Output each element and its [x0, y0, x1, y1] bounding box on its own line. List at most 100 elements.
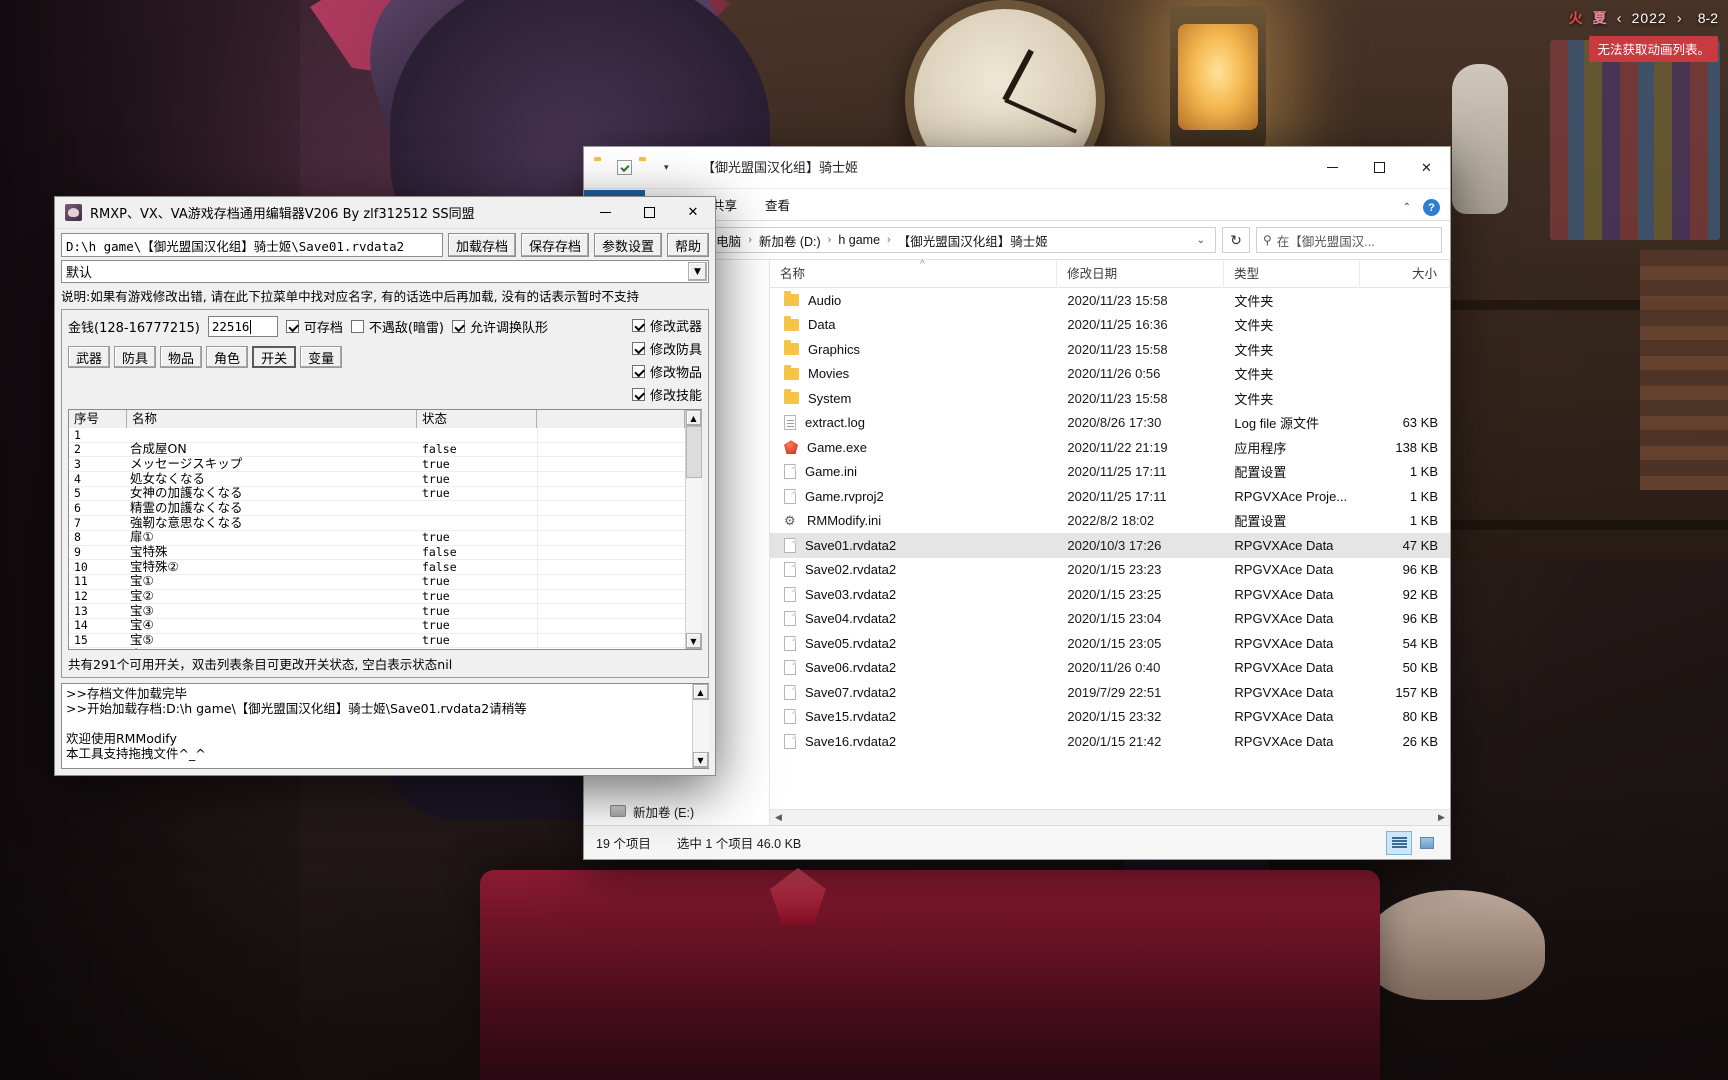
scrollbar-track[interactable]: [692, 700, 709, 752]
column-header-type[interactable]: 类型: [1224, 259, 1361, 288]
quick-access-toolbar[interactable]: ▾: [584, 160, 669, 175]
chevron-down-icon[interactable]: ▼: [688, 262, 707, 281]
checkbox-can-save[interactable]: 可存档: [285, 317, 343, 336]
table-row[interactable]: Data 2020/11/25 16:36 文件夹: [770, 313, 1450, 338]
ribbon-tab-view[interactable]: 查看: [751, 192, 804, 220]
grid-header-state[interactable]: 状态: [417, 410, 537, 428]
console-scrollbar[interactable]: ▲ ▼: [692, 684, 709, 768]
table-row[interactable]: Game.ini 2020/11/25 17:11 配置设置 1 KB: [770, 460, 1450, 485]
close-button[interactable]: ✕: [1403, 147, 1450, 189]
column-header-name[interactable]: 名称: [770, 259, 1058, 288]
scroll-down-icon[interactable]: ▼: [692, 752, 709, 768]
file-name-cell[interactable]: Save15.rvdata2: [770, 709, 1057, 725]
rmmodify-editor-window[interactable]: RMXP、VX、VA游戏存档通用编辑器V206 By zlf312512 SS同…: [54, 196, 716, 776]
grid-header-index[interactable]: 序号: [69, 410, 127, 428]
table-row[interactable]: ⚙ RMModify.ini 2022/8/2 18:02 配置设置 1 KB: [770, 509, 1450, 534]
maximize-button[interactable]: [627, 197, 671, 229]
checkbox-icon[interactable]: [350, 320, 364, 333]
table-row[interactable]: Audio 2020/11/23 15:58 文件夹: [770, 288, 1450, 313]
list-item[interactable]: 13 宝③ true: [69, 603, 685, 619]
column-headers[interactable]: 名称 修改日期 类型 大小 ^: [770, 259, 1451, 288]
load-save-button[interactable]: 加载存档: [447, 233, 516, 257]
file-name-cell[interactable]: Save02.rvdata2: [770, 562, 1057, 578]
help-button[interactable]: 帮助: [666, 233, 709, 257]
sidebar-item-drive-e[interactable]: 新加卷 (E:): [584, 798, 769, 824]
file-name-cell[interactable]: Game.exe: [770, 440, 1057, 455]
checkbox-no-encounter[interactable]: 不遇敌(暗雷): [350, 317, 444, 336]
breadcrumb-item-drive-d[interactable]: 新加卷 (D:): [754, 231, 826, 250]
grid-vertical-scrollbar[interactable]: ▲ ▼: [685, 410, 702, 649]
checkbox-icon[interactable]: [631, 319, 645, 332]
file-name-cell[interactable]: Game.rvproj2: [770, 488, 1057, 504]
scrollbar-thumb[interactable]: [685, 426, 702, 478]
scroll-right-icon[interactable]: ▶: [1433, 812, 1450, 823]
tab-actors[interactable]: 角色: [206, 346, 249, 368]
file-name-cell[interactable]: System: [770, 389, 1057, 406]
help-icon[interactable]: ?: [1423, 199, 1440, 216]
horizontal-scrollbar[interactable]: ◀ ▶: [770, 809, 1450, 826]
scroll-up-icon[interactable]: ▲: [692, 684, 709, 700]
save-save-button[interactable]: 保存存档: [520, 233, 589, 257]
scroll-down-icon[interactable]: ▼: [685, 633, 702, 649]
list-item[interactable]: 7 強靭な意思なくなる: [69, 515, 685, 531]
file-name-cell[interactable]: ⚙ RMModify.ini: [770, 513, 1057, 528]
breadcrumb-item-current-folder[interactable]: 【御光盟国汉化组】骑士姬: [893, 231, 1053, 250]
table-row[interactable]: Game.exe 2020/11/22 21:19 应用程序 138 KB: [770, 435, 1450, 460]
settings-button[interactable]: 参数设置: [593, 233, 662, 257]
list-item[interactable]: 4 処女なくなる true: [69, 471, 685, 487]
table-row[interactable]: System 2020/11/23 15:58 文件夹: [770, 386, 1450, 411]
table-row[interactable]: Save15.rvdata2 2020/1/15 23:32 RPGVXAce Da…: [770, 705, 1450, 730]
folder-icon[interactable]: [594, 160, 610, 175]
file-name-cell[interactable]: Data: [770, 315, 1057, 332]
table-row[interactable]: Save16.rvdata2 2020/1/15 21:42 RPGVXAce Da…: [770, 729, 1450, 754]
chevron-up-icon[interactable]: ⌃: [1403, 202, 1411, 213]
file-name-cell[interactable]: Game.ini: [770, 464, 1057, 480]
grid-rows[interactable]: 1 2 合成屋ON false 3 メッセージスキップ true 4 処女なくなる true 5 女神…: [69, 428, 685, 649]
file-list[interactable]: Audio 2020/11/23 15:58 文件夹 Data 2020/11/25 1…: [770, 288, 1450, 809]
table-row[interactable]: Save01.rvdata2 2020/10/3 17:26 RPGVXAce Da…: [770, 533, 1450, 558]
search-input[interactable]: ⚲ 在【御光盟国汉...: [1256, 227, 1442, 253]
file-name-cell[interactable]: Audio: [770, 291, 1057, 308]
file-name-cell[interactable]: Save06.rvdata2: [770, 660, 1057, 676]
grid-header-name[interactable]: 名称: [127, 410, 417, 428]
scroll-left-icon[interactable]: ◀: [770, 812, 787, 823]
file-name-cell[interactable]: Save03.rvdata2: [770, 586, 1057, 602]
tab-items[interactable]: 物品: [160, 346, 203, 368]
close-button[interactable]: ✕: [671, 197, 715, 229]
checkbox-modify-skills[interactable]: 修改技能: [631, 385, 702, 404]
maximize-button[interactable]: [1356, 147, 1403, 189]
checkbox-icon[interactable]: [631, 342, 645, 355]
category-tabs[interactable]: 武器 防具 物品 角色 开关 变量: [68, 346, 622, 368]
tab-switches[interactable]: 开关: [252, 346, 297, 368]
tab-variables[interactable]: 变量: [300, 346, 343, 368]
next-year-button[interactable]: ›: [1677, 10, 1682, 27]
list-item[interactable]: 2 合成屋ON false: [69, 442, 685, 458]
checkbox-modify-weapons[interactable]: 修改武器: [631, 316, 702, 335]
table-row[interactable]: Save07.rvdata2 2019/7/29 22:51 RPGVXAce Da…: [770, 680, 1450, 705]
file-name-cell[interactable]: Graphics: [770, 340, 1057, 357]
list-item[interactable]: 12 宝② true: [69, 589, 685, 605]
folder-icon[interactable]: [639, 160, 655, 175]
explorer-window-controls[interactable]: ✕: [1309, 147, 1450, 189]
checkbox-icon[interactable]: [631, 388, 645, 401]
tab-armors[interactable]: 防具: [114, 346, 157, 368]
view-mode-buttons[interactable]: [1386, 830, 1450, 855]
sidebar-item-network[interactable]: 网络: [584, 824, 769, 825]
list-item[interactable]: 3 メッセージスキップ true: [69, 456, 685, 473]
editor-window-controls[interactable]: ✕: [583, 197, 715, 229]
editor-titlebar[interactable]: RMXP、VX、VA游戏存档通用编辑器V206 By zlf312512 SS同…: [55, 197, 715, 229]
column-header-date[interactable]: 修改日期: [1057, 259, 1225, 288]
file-name-cell[interactable]: Save04.rvdata2: [770, 611, 1057, 627]
list-item[interactable]: 5 女神の加護なくなる true: [69, 486, 685, 502]
chevron-down-icon[interactable]: ▾: [664, 162, 669, 173]
list-item[interactable]: 8 扉① true: [69, 530, 685, 546]
file-name-cell[interactable]: Save05.rvdata2: [770, 635, 1057, 651]
table-row[interactable]: extract.log 2020/8/26 17:30 Log file 源文件 63…: [770, 411, 1450, 436]
table-row[interactable]: Save03.rvdata2 2020/1/15 23:25 RPGVXAce Da…: [770, 582, 1450, 607]
list-item[interactable]: 15 宝⑤ true: [69, 633, 685, 649]
table-row[interactable]: Save06.rvdata2 2020/11/26 0:40 RPGVXAce Da…: [770, 656, 1450, 681]
table-row[interactable]: Save05.rvdata2 2020/1/15 23:05 RPGVXAce Da…: [770, 631, 1450, 656]
profile-dropdown[interactable]: 默认 ▼: [61, 260, 709, 283]
file-name-cell[interactable]: Save16.rvdata2: [770, 733, 1057, 749]
checkbox-icon[interactable]: [631, 365, 645, 378]
